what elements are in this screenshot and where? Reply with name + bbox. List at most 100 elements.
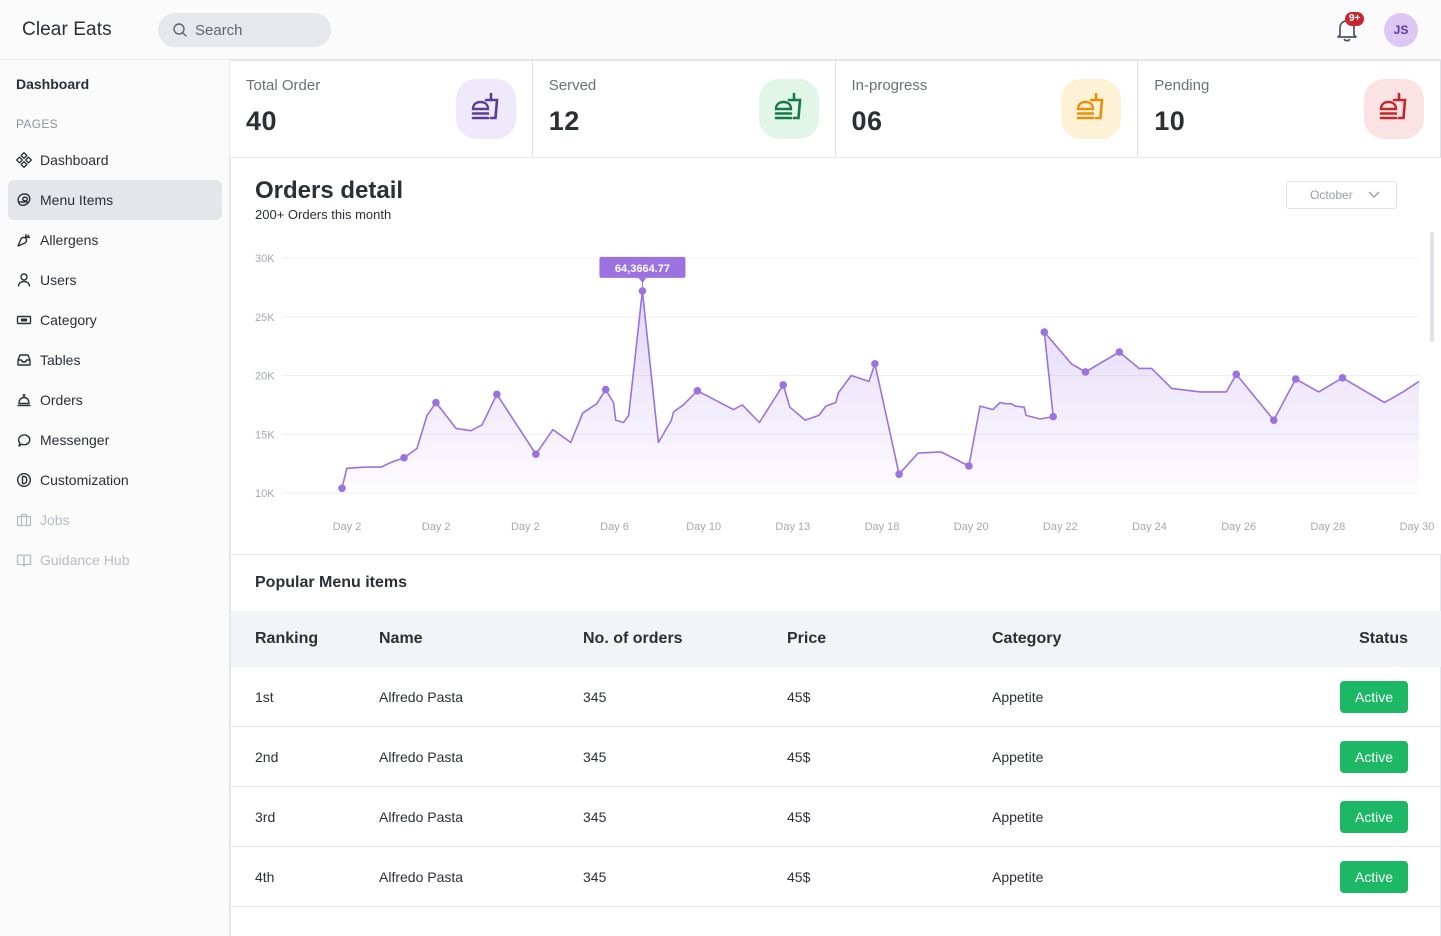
- sidebar-item-dashboard[interactable]: Dashboard: [8, 140, 222, 180]
- sidebar: Dashboard PAGES Dashboard Menu Items Aller…: [0, 61, 230, 936]
- cell-category: Appetite: [992, 868, 1044, 885]
- y-tick-label: 20K: [255, 371, 275, 383]
- x-tick-label: Day 24: [1132, 521, 1167, 533]
- chevron-down-icon: [1368, 191, 1380, 198]
- search-input[interactable]: [195, 21, 315, 39]
- table-row[interactable]: 3rd Alfredo Pasta 345 45$ Appetite Active: [231, 787, 1441, 847]
- cell-name: Alfredo Pasta: [379, 868, 464, 885]
- sidebar-item-allergens[interactable]: Allergens: [8, 220, 222, 260]
- status-badge[interactable]: Active: [1340, 680, 1408, 713]
- stat-label: Total Order: [246, 77, 321, 94]
- search-box[interactable]: [158, 13, 331, 47]
- col-name[interactable]: Name: [379, 630, 583, 648]
- steak-icon: [16, 192, 40, 208]
- cell-orders: 345: [583, 748, 607, 765]
- status-badge[interactable]: Active: [1340, 800, 1408, 833]
- sidebar-item-guidance-hub[interactable]: Guidance Hub: [8, 540, 222, 580]
- data-point: [693, 386, 702, 395]
- x-tick-label: Day 30: [1400, 521, 1435, 533]
- stat-value: 12: [548, 106, 580, 136]
- sidebar-nav: Dashboard Menu Items Allergens Users Categor…: [8, 140, 222, 580]
- month-select-value: October: [1310, 188, 1353, 202]
- briefcase-icon: [16, 512, 40, 528]
- carrot-icon: [16, 232, 40, 248]
- table-header: Ranking Name No. of orders Price Categor…: [231, 611, 1441, 667]
- app-brand: Clear Eats: [22, 19, 112, 40]
- stat-card-total-order: Total Order 40: [230, 60, 533, 157]
- col-category[interactable]: Category: [992, 630, 1197, 648]
- sidebar-item-label: Allergens: [40, 232, 99, 248]
- sidebar-item-label: Users: [40, 272, 77, 288]
- fast-food-icon: [455, 79, 516, 139]
- data-point: [1040, 328, 1049, 336]
- month-select[interactable]: October: [1286, 181, 1397, 209]
- user-avatar[interactable]: JS: [1384, 13, 1418, 47]
- x-tick-label: Day 10: [686, 521, 721, 533]
- data-point: [338, 484, 346, 493]
- sidebar-item-category[interactable]: Category: [8, 300, 222, 340]
- cell-price: 45$: [787, 688, 811, 705]
- sidebar-item-label: Orders: [40, 392, 83, 408]
- sidebar-item-jobs[interactable]: Jobs: [8, 500, 222, 540]
- sidebar-item-messenger[interactable]: Messenger: [8, 420, 222, 460]
- cell-name: Alfredo Pasta: [379, 808, 464, 825]
- orders-detail-subtitle: 200+ Orders this month: [255, 207, 392, 222]
- tooltip-arrow: [638, 277, 647, 283]
- popular-menu-title: Popular Menu items: [255, 574, 408, 591]
- sidebar-item-orders[interactable]: Orders: [8, 380, 222, 420]
- sidebar-item-label: Jobs: [40, 512, 70, 528]
- cell-category: Appetite: [992, 808, 1044, 825]
- data-point: [1338, 374, 1347, 382]
- popular-menu-table: Ranking Name No. of orders Price Categor…: [231, 611, 1441, 907]
- chart-scrollbar[interactable]: [1430, 232, 1434, 342]
- data-point: [871, 359, 879, 368]
- status-badge[interactable]: Active: [1340, 860, 1408, 893]
- table-row[interactable]: 1st Alfredo Pasta 345 45$ Appetite Active: [231, 667, 1441, 727]
- sidebar-item-label: Messenger: [40, 432, 110, 448]
- book-icon: [16, 552, 40, 568]
- user-icon: [16, 272, 40, 288]
- sidebar-item-users[interactable]: Users: [8, 260, 222, 300]
- sidebar-item-label: Menu Items: [40, 192, 114, 208]
- data-point: [1269, 416, 1278, 424]
- table-body: 1st Alfredo Pasta 345 45$ Appetite Active 2nd A…: [231, 667, 1441, 907]
- col-ranking[interactable]: Ranking: [231, 630, 379, 648]
- data-point: [1232, 370, 1241, 379]
- stat-value: 40: [246, 106, 278, 136]
- notification-badge: 9+: [1345, 12, 1365, 26]
- data-point: [601, 385, 610, 394]
- data-point: [895, 470, 903, 479]
- stats-row: Total Order 40 Served 12 In-progress 06 Pendin…: [230, 60, 1441, 158]
- sidebar-item-tables[interactable]: Tables: [8, 340, 222, 380]
- col-price[interactable]: Price: [787, 630, 992, 648]
- table-row[interactable]: 4th Alfredo Pasta 345 45$ Appetite Active: [231, 847, 1441, 907]
- status-badge[interactable]: Active: [1340, 740, 1408, 773]
- y-tick-label: 25K: [255, 312, 275, 324]
- col-status[interactable]: Status: [1197, 630, 1441, 648]
- cell-name: Alfredo Pasta: [379, 688, 464, 705]
- stat-label: Pending: [1154, 77, 1210, 94]
- cell-ranking: 1st: [255, 688, 274, 705]
- data-point: [1115, 348, 1124, 356]
- col-orders[interactable]: No. of orders: [583, 630, 787, 648]
- cell-category: Appetite: [992, 688, 1044, 705]
- grid-diamond-icon: [16, 152, 40, 168]
- x-tick-label: Day 28: [1310, 521, 1345, 533]
- x-tick-label: Day 13: [775, 521, 810, 533]
- table-row[interactable]: 2nd Alfredo Pasta 345 45$ Appetite Active: [231, 727, 1441, 787]
- data-point: [1081, 368, 1090, 376]
- sidebar-item-menu-items[interactable]: Menu Items: [8, 180, 222, 220]
- sidebar-item-customization[interactable]: Customization: [8, 460, 222, 500]
- cell-price: 45$: [787, 868, 811, 885]
- x-tick-label: Day 18: [865, 521, 900, 533]
- x-tick-label: Day 2: [333, 521, 362, 533]
- sidebar-item-label: Customization: [40, 472, 129, 488]
- cell-price: 45$: [787, 748, 811, 765]
- cell-price: 45$: [787, 808, 811, 825]
- search-icon: [173, 23, 187, 37]
- data-point: [400, 453, 408, 462]
- fast-food-icon: [1364, 79, 1424, 139]
- palette-icon: [16, 472, 40, 488]
- y-tick-label: 15K: [255, 429, 275, 441]
- sidebar-section-label: PAGES: [16, 117, 58, 131]
